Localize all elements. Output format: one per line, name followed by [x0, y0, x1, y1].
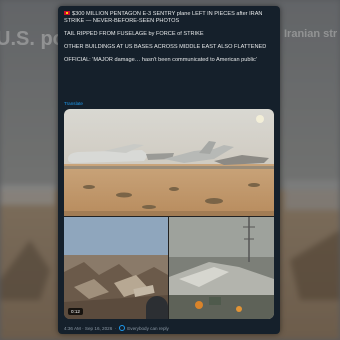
tweet-line-3: OTHER BUILDINGS AT US BASES ACROSS MIDDL…	[64, 44, 267, 50]
tweet-line-1: $300 MILLION PENTAGON E-3 SENTRY plane L…	[64, 11, 263, 24]
tweet-card[interactable]: $300 MILLION PENTAGON E-3 SENTRY plane L…	[58, 6, 280, 334]
tweet-text: $300 MILLION PENTAGON E-3 SENTRY plane L…	[64, 11, 274, 70]
tweet-line-2: TAIL RIPPED FROM FUSELAGE by FORCE of ST…	[64, 31, 204, 37]
tweet-timestamp[interactable]: 4:36 AM · Sep 16, 2026	[64, 326, 112, 331]
translate-link[interactable]: Translate	[64, 101, 83, 106]
tweet-line-4: OFFICIAL: 'MAJOR damage… hasn't been com…	[64, 57, 257, 63]
photo-damaged-hangar[interactable]	[169, 217, 274, 319]
tweet-meta: 4:36 AM · Sep 16, 2026 · Everybody can r…	[64, 325, 169, 331]
tweet-media[interactable]: 0:12	[64, 109, 274, 319]
video-duration: 0:12	[68, 308, 83, 315]
red-flag-icon	[64, 11, 70, 15]
globe-icon	[118, 325, 125, 331]
photo-collapsed-building[interactable]: 0:12	[64, 217, 168, 319]
reply-setting: Everybody can reply	[127, 326, 169, 331]
photo-plane-wreckage[interactable]	[64, 109, 274, 216]
